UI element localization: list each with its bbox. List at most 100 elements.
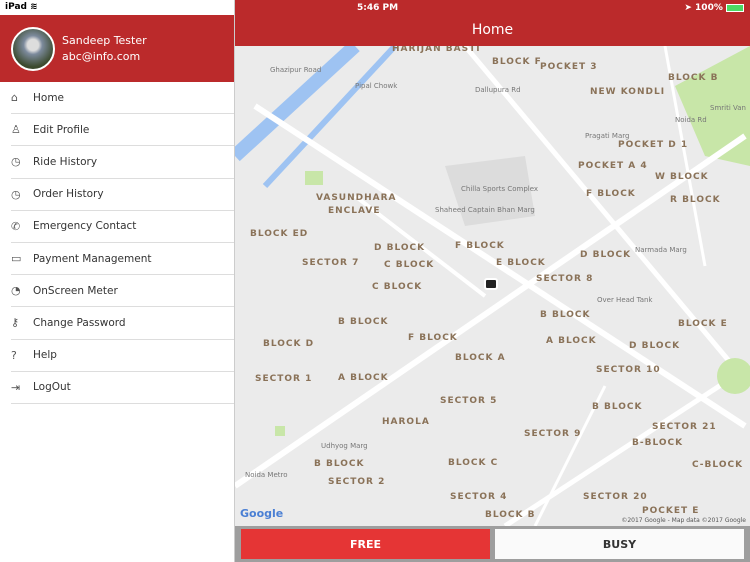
map-label: POCKET E	[642, 506, 700, 516]
map-place-label: Over Head Tank	[597, 296, 653, 304]
map-label: D BLOCK	[374, 243, 426, 253]
map-place-label: Smriti Van	[710, 104, 746, 112]
map-label: A BLOCK	[546, 336, 597, 346]
home-icon: ⌂	[11, 91, 18, 105]
clock-icon: ◷	[11, 155, 21, 169]
map-label: BLOCK B	[668, 73, 719, 83]
profile-header[interactable]: Sandeep Tester abc@info.com	[0, 15, 234, 82]
map-label: E BLOCK	[496, 258, 546, 268]
page-title: Home	[471, 22, 514, 38]
map-label: SECTOR 9	[524, 429, 582, 439]
help-icon: ?	[11, 348, 17, 362]
map-label: W BLOCK	[655, 172, 709, 182]
map-place-label: Pragati Marg	[585, 132, 630, 140]
menu-item-logout[interactable]: ⇥ LogOut	[11, 372, 234, 404]
map-label: SECTOR 4	[450, 492, 508, 502]
map-place-label: Narmada Marg	[635, 246, 687, 254]
menu-item-label: OnScreen Meter	[33, 284, 118, 297]
menu-item-label: Payment Management	[33, 252, 152, 265]
status-bar-left: iPad ≋	[0, 0, 234, 15]
menu-item-label: LogOut	[33, 381, 71, 394]
profile-email: abc@info.com	[62, 49, 141, 63]
menu-item-onscreen-meter[interactable]: ◔ OnScreen Meter	[11, 275, 234, 308]
map-label: HAROLA	[382, 417, 430, 427]
menu-item-label: Ride History	[33, 155, 98, 168]
map-label: F BLOCK	[455, 241, 505, 251]
map-label: POCKET A 4	[578, 161, 648, 171]
map-label: BLOCK ED	[250, 229, 309, 239]
map-label: B BLOCK	[338, 317, 389, 327]
map-view[interactable]: HARIJAN BASTI BLOCK F POCKET 3 BLOCK B NEW K…	[235, 46, 750, 526]
avatar[interactable]	[11, 26, 55, 71]
map-place-label: Chilla Sports Complex	[461, 185, 539, 193]
menu-item-payment-management[interactable]: ▭ Payment Management	[11, 243, 234, 276]
logout-icon: ⇥	[11, 380, 21, 394]
menu-item-label: Emergency Contact	[33, 220, 137, 233]
map-label: R BLOCK	[670, 195, 721, 205]
menu-item-label: Order History	[33, 188, 104, 201]
map-label: D BLOCK	[629, 341, 681, 351]
menu-item-label: Edit Profile	[33, 123, 90, 136]
menu-item-edit-profile[interactable]: ♙ Edit Profile	[11, 114, 234, 147]
map-label: SECTOR 10	[596, 365, 661, 375]
map-label: SECTOR 5	[440, 396, 498, 406]
wifi-icon: ≋	[30, 2, 38, 12]
menu-item-emergency-contact[interactable]: ✆ Emergency Contact	[11, 211, 234, 243]
map-label: SECTOR 8	[536, 274, 594, 284]
map-label: POCKET D 1	[618, 140, 689, 150]
map-label: D BLOCK	[580, 250, 632, 260]
map-label: VASUNDHARA	[316, 193, 397, 203]
map-place-label: Ghazipur Road	[270, 66, 322, 74]
map-label: B BLOCK	[314, 459, 365, 469]
battery-icon	[726, 3, 744, 12]
map-place-label: Dallupura Rd	[475, 86, 521, 94]
side-menu: iPad ≋ Sandeep Tester abc@info.com ⌂ Home…	[0, 0, 235, 562]
device-label: iPad	[5, 2, 27, 12]
map-label: B BLOCK	[540, 310, 591, 320]
map-place-label: Noida Metro	[245, 471, 288, 479]
map-label: SECTOR 21	[652, 422, 717, 432]
map-label: POCKET 3	[540, 62, 598, 72]
map-label: A BLOCK	[338, 373, 389, 383]
map-label: SECTOR 1	[255, 374, 313, 384]
map-place-label: Udhyog Marg	[321, 442, 368, 450]
map-label: BLOCK A	[455, 353, 506, 363]
map-label: SECTOR 2	[328, 477, 386, 487]
map-label: BLOCK D	[263, 339, 315, 349]
map-label: BLOCK C	[448, 458, 499, 468]
map-place-label: Noida Rd	[675, 116, 707, 124]
map-place-label: Shaheed Captain Bhan Marg	[435, 206, 535, 214]
menu-item-label: Change Password	[33, 316, 126, 329]
menu-item-home[interactable]: ⌂ Home	[11, 82, 234, 115]
nav-bar: 5:46 PM ➤ 100% Home	[235, 0, 750, 46]
payment-icon: ▭	[11, 252, 22, 266]
map-place-label: Pipal Chowk	[355, 82, 398, 90]
menu-item-change-password[interactable]: ⚷ Change Password	[11, 307, 234, 340]
map-label: SECTOR 7	[302, 258, 360, 268]
profile-name: Sandeep Tester	[62, 33, 147, 47]
map-label: B BLOCK	[592, 402, 643, 412]
status-time: 5:46 PM	[357, 3, 399, 13]
menu-item-order-history[interactable]: ◷ Order History	[11, 179, 234, 211]
map-label: C BLOCK	[372, 282, 423, 292]
busy-button[interactable]: BUSY	[495, 529, 744, 559]
car-marker-icon[interactable]	[484, 278, 498, 290]
map-label: HARIJAN BASTI	[392, 46, 481, 54]
free-button[interactable]: FREE	[241, 529, 490, 559]
map-label: BLOCK B	[485, 510, 536, 520]
phone-icon: ✆	[11, 219, 21, 233]
map-label: BLOCK F	[492, 57, 542, 67]
key-icon: ⚷	[11, 316, 20, 330]
menu-item-ride-history[interactable]: ◷ Ride History	[11, 146, 234, 179]
map-label: F BLOCK	[408, 333, 458, 343]
map-label: C BLOCK	[384, 260, 435, 270]
map-copyright[interactable]: ©2017 Google - Map data ©2017 Google	[621, 517, 746, 524]
battery-percent: 100%	[695, 3, 723, 13]
user-icon: ♙	[11, 123, 21, 137]
map-label: ENCLAVE	[328, 206, 381, 216]
menu-item-help[interactable]: ? Help	[11, 340, 234, 372]
google-logo: Google	[240, 507, 284, 520]
map-label: SECTOR 20	[583, 492, 648, 502]
map-label: F BLOCK	[586, 189, 636, 199]
menu-item-label: Home	[33, 91, 65, 104]
